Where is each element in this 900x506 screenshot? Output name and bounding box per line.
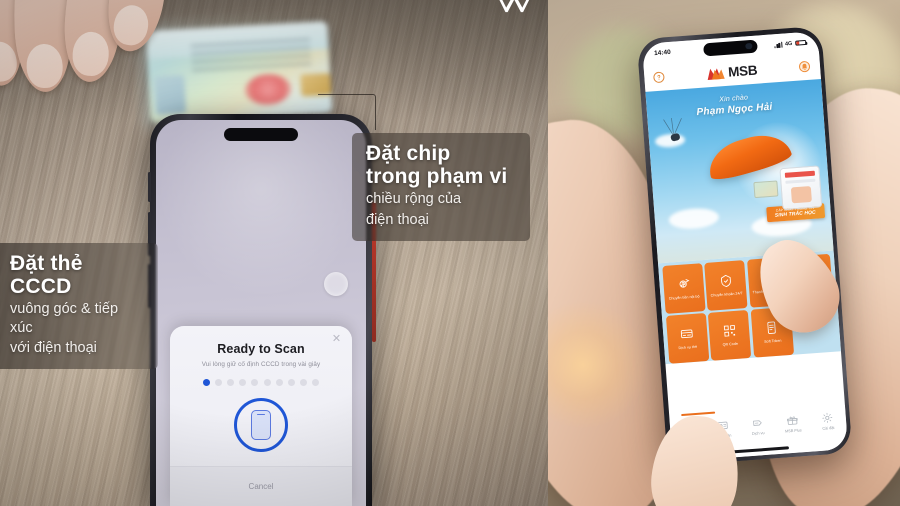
tab-msb-plus[interactable]: MSB Plus [775, 412, 812, 434]
finger [10, 0, 74, 94]
phone-outline-glyph [251, 410, 271, 440]
fingernail [71, 30, 111, 78]
hero-banner: Xin chào Phạm Ngọc Hải CẬP NHẬT THÔNG TI… [644, 78, 834, 263]
nfc-phone-icon [234, 398, 288, 452]
shortcut-tile[interactable]: Chuyển khoản 24/7 [704, 259, 748, 311]
shortcut-label: Dịch vụ thẻ [678, 344, 698, 351]
progress-dot [251, 379, 259, 386]
shortcut-label: Chuyển khoản 24/7 [710, 291, 743, 298]
tab-label: Cài đặt [822, 425, 835, 431]
ready-to-scan-sheet: ✕ Ready to Scan Vui lòng giữ cố định CCC… [170, 326, 352, 506]
progress-dot [202, 379, 210, 386]
promo-phone-image [778, 164, 822, 210]
tab-label: MSB Plus [784, 428, 802, 434]
tab-label: Dịch vụ [751, 431, 765, 436]
shortcut-tile[interactable]: Dịch vụ thẻ [665, 313, 709, 364]
battery-icon [794, 39, 806, 47]
notch [224, 128, 298, 141]
right-panel-msb-app: 14:40 4G MSB Xin chào Phạm Ngọc Hải CẬP … [548, 0, 900, 506]
card-seal [244, 73, 292, 106]
status-time: 14:40 [653, 48, 672, 58]
shortcut-label: QR Code [722, 341, 739, 348]
card-nfc-chip [300, 72, 332, 97]
progress-dot [300, 379, 308, 386]
msb-app-screen: 14:40 4G MSB Xin chào Phạm Ngọc Hải CẬP … [641, 30, 848, 462]
progress-dot [227, 379, 235, 386]
caption-line: vuông góc & tiếp xúc [10, 301, 119, 336]
shortcut-tile[interactable]: QR Code [707, 309, 752, 361]
shortcut-tile[interactable]: Chuyển tiền nội bộ [661, 262, 706, 314]
caption-headline: Đặt chip [366, 142, 451, 165]
tab-dịch-vụ[interactable]: Dịch vụ [739, 415, 776, 437]
screenshot-stage: ✕ Ready to Scan Vui lòng giữ cố định CCC… [0, 0, 900, 506]
dynamic-island [702, 39, 758, 56]
progress-dot [239, 379, 247, 386]
progress-dot [312, 379, 320, 386]
caption-headline: Đặt thẻ CCCD [10, 252, 83, 298]
msb-wordmark: MSB [727, 62, 758, 80]
caption-place-chip: Đặt chip trong phạm vi chiều rộng của đi… [352, 133, 530, 241]
transfer-internal-icon [679, 278, 690, 288]
card-portrait [154, 75, 187, 115]
caption-headline: trong phạm vi [366, 164, 508, 188]
cloud [667, 206, 719, 230]
notification-bell-icon[interactable] [799, 60, 811, 73]
card-service-icon [680, 329, 693, 339]
cccd-id-card [145, 20, 333, 124]
fingernail [110, 2, 152, 48]
scan-progress-dots [182, 379, 340, 386]
promo-card-image [752, 179, 778, 198]
settings-gear-icon [822, 412, 833, 423]
cancel-button[interactable]: Cancel [170, 466, 352, 506]
sheet-subtitle: Vui lòng giữ cố định CCCD trong vài giây [201, 361, 321, 368]
progress-dot [287, 379, 295, 386]
shortcut-label: Soft Token [764, 338, 782, 345]
caption-line: chiều rộng của [366, 191, 462, 208]
progress-dot [275, 379, 283, 386]
right-phone-device: 14:40 4G MSB Xin chào Phạm Ngọc Hải CẬP … [636, 25, 853, 467]
services-icon [753, 419, 762, 426]
left-panel-nfc-scan: ✕ Ready to Scan Vui lòng giữ cố định CCC… [0, 0, 548, 506]
hand-holding-card [0, 0, 178, 122]
mute-switch [148, 172, 151, 202]
close-icon[interactable]: ✕ [331, 334, 342, 345]
qr-code-icon [723, 325, 735, 337]
cancel-button-label: Cancel [248, 482, 274, 491]
network-label: 4G [784, 40, 793, 47]
w-logo-watermark [499, 0, 530, 13]
assistive-touch-dot[interactable] [324, 272, 348, 296]
help-circle-icon[interactable] [652, 71, 665, 84]
progress-dot [214, 379, 222, 386]
sheet-title: Ready to Scan [217, 342, 305, 356]
tab-cài-đặt[interactable]: Cài đặt [810, 410, 847, 432]
fingernail [25, 43, 64, 89]
left-phone-device: ✕ Ready to Scan Vui lòng giữ cố định CCC… [148, 114, 376, 506]
status-indicators: 4G [774, 39, 806, 48]
caption-line: với điện thoại [10, 339, 97, 356]
biometric-update-promo[interactable]: CẬP NHẬT THÔNG TIN SINH TRẮC HỌC [752, 164, 825, 223]
gift-icon [787, 415, 798, 425]
caption-line: điện thoại [366, 211, 429, 228]
transfer-247-icon [720, 274, 731, 287]
msb-mark-icon [707, 67, 725, 80]
msb-brand-logo: MSB [706, 63, 758, 82]
shortcut-label: Chuyển tiền nội bộ [668, 294, 700, 301]
caption-place-card: Đặt thẻ CCCD vuông góc & tiếp xúc với đi… [0, 243, 158, 370]
card-text-lines [190, 37, 312, 77]
left-phone-screen: ✕ Ready to Scan Vui lòng giữ cố định CCC… [156, 120, 366, 506]
signal-bars-icon [774, 41, 783, 48]
progress-dot [263, 379, 271, 386]
